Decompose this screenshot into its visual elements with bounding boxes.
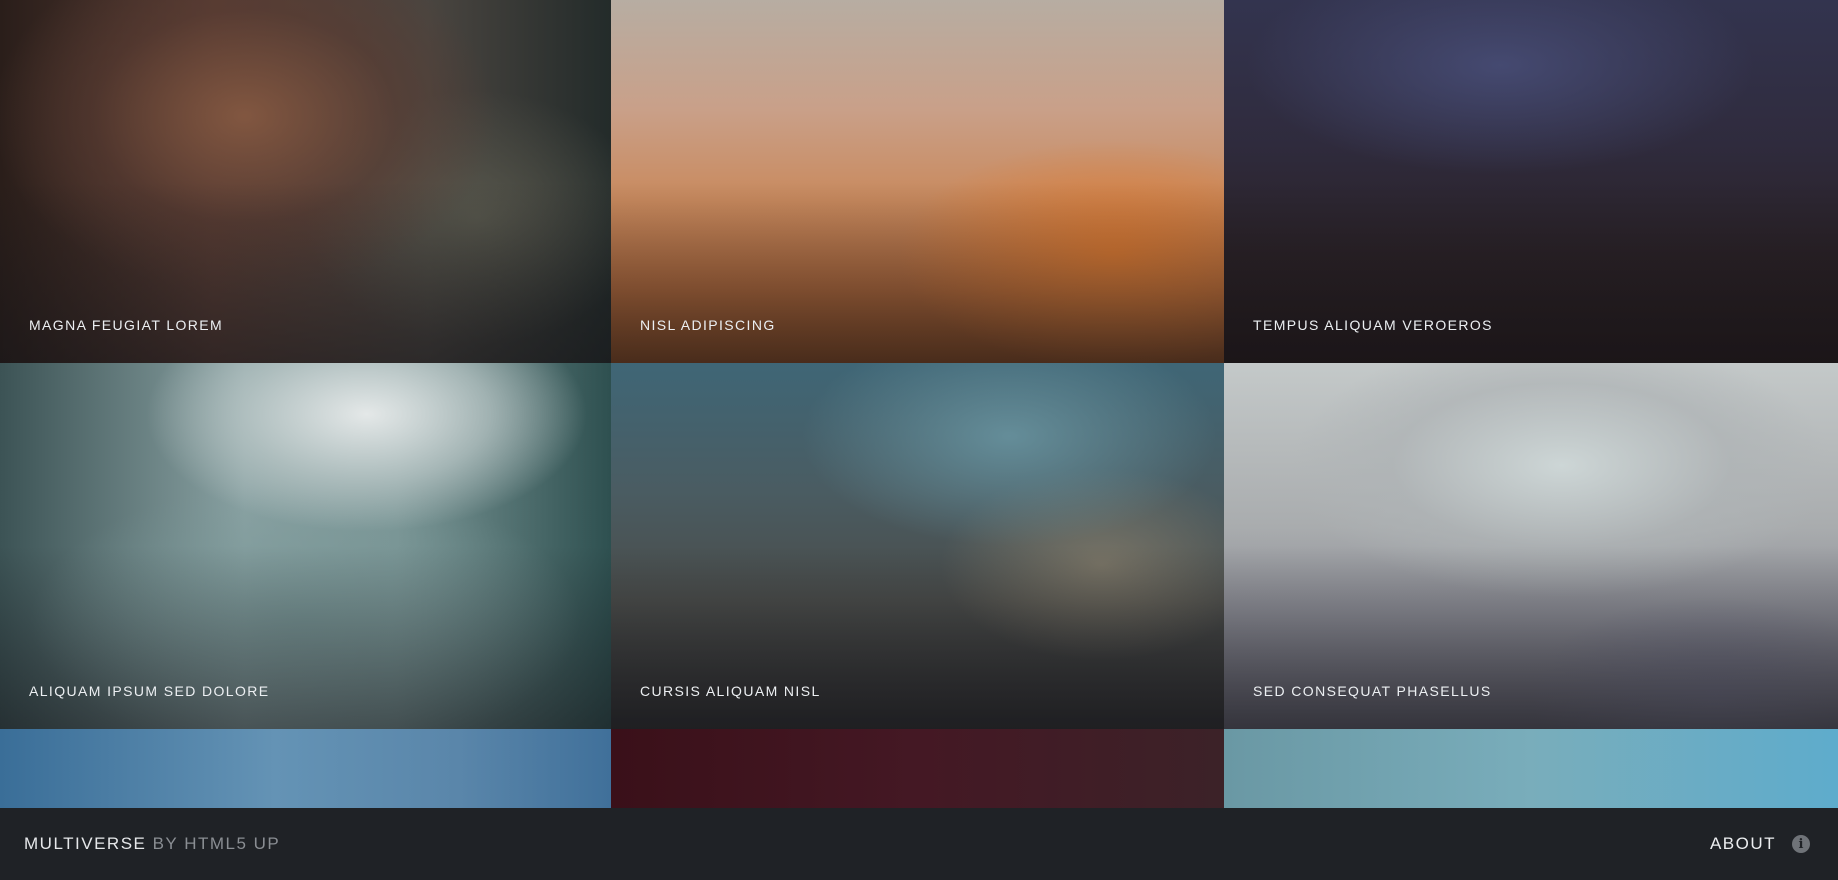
tile-shade: [611, 546, 1224, 729]
thumbnail-tile[interactable]: TEMPUS ALIQUAM VEROEROS: [1224, 0, 1838, 363]
thumbnail-grid: MAGNA FEUGIAT LOREM NISL ADIPISCING TEMP…: [0, 0, 1838, 808]
tile-shade: [0, 546, 611, 729]
tile-shade: [611, 181, 1224, 363]
tile-caption: ALIQUAM IPSUM SED DOLORE: [29, 683, 270, 699]
footer-bar: MULTIVERSE BY HTML5 UP ABOUT i: [0, 808, 1838, 880]
brand-name: MULTIVERSE: [24, 834, 147, 853]
thumbnail-tile[interactable]: MAGNA FEUGIAT LOREM: [0, 0, 611, 363]
thumbnail-tile[interactable]: NISL ADIPISCING: [611, 0, 1224, 363]
tile-caption: NISL ADIPISCING: [640, 317, 776, 333]
tile-shade: [1224, 181, 1838, 363]
brand-byline: BY HTML5 UP: [146, 834, 281, 853]
site-brand-link[interactable]: MULTIVERSE BY HTML5 UP: [24, 808, 280, 880]
about-label: ABOUT: [1709, 834, 1776, 853]
thumbnail-tile[interactable]: SED CONSEQUAT PHASELLUS: [1224, 363, 1838, 729]
tile-shade: [1224, 546, 1838, 729]
info-icon: i: [1792, 835, 1810, 853]
thumbnail-tile[interactable]: [0, 729, 611, 808]
tile-caption: TEMPUS ALIQUAM VEROEROS: [1253, 317, 1493, 333]
tile-caption: CURSIS ALIQUAM NISL: [640, 683, 821, 699]
tile-caption: SED CONSEQUAT PHASELLUS: [1253, 683, 1492, 699]
thumbnail-tile[interactable]: CURSIS ALIQUAM NISL: [611, 363, 1224, 729]
tile-shade: [0, 181, 611, 363]
thumbnail-tile[interactable]: [1224, 729, 1838, 808]
about-link[interactable]: ABOUT i: [1710, 808, 1810, 880]
thumbnail-tile[interactable]: ALIQUAM IPSUM SED DOLORE: [0, 363, 611, 729]
thumbnail-tile[interactable]: [611, 729, 1224, 808]
tile-caption: MAGNA FEUGIAT LOREM: [29, 317, 224, 333]
